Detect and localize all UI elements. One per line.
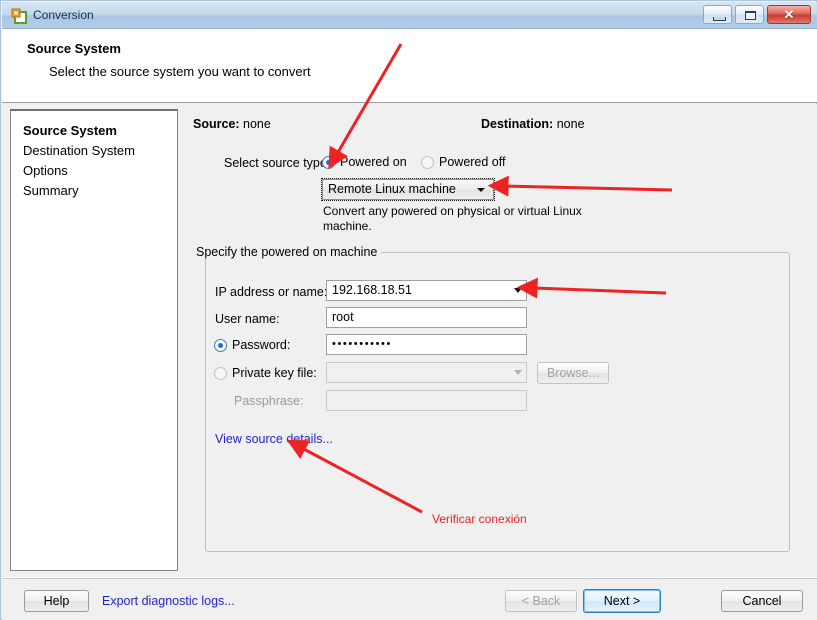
password-input[interactable]: •••••••••••: [326, 334, 527, 355]
sidebar-item-options[interactable]: Options: [23, 163, 68, 178]
chevron-down-icon: [477, 188, 485, 192]
radio-powered-off[interactable]: Powered off: [421, 155, 505, 169]
page-subtitle: Select the source system you want to con…: [49, 64, 311, 79]
maximize-button[interactable]: [735, 5, 764, 24]
wizard-header: Source System Select the source system y…: [2, 29, 817, 103]
back-button[interactable]: < Back: [505, 590, 577, 612]
sidebar-item-source-system[interactable]: Source System: [23, 123, 117, 138]
user-name-label: User name:: [215, 312, 280, 326]
private-key-file-input[interactable]: [326, 362, 527, 383]
radio-password-indicator: [214, 338, 227, 352]
close-button[interactable]: ✕: [767, 5, 811, 24]
select-source-type-label: Select source type:: [224, 156, 331, 170]
passphrase-input[interactable]: [326, 390, 527, 411]
destination-summary-label: Destination:: [481, 117, 554, 131]
radio-private-key-file[interactable]: Private key file:: [214, 366, 317, 380]
ip-address-value: 192.168.18.51: [332, 283, 412, 297]
source-summary-value: none: [243, 117, 271, 131]
source-summary: Source: none: [193, 117, 271, 131]
view-source-details-link[interactable]: View source details...: [215, 432, 333, 446]
radio-private-key-file-label: Private key file:: [232, 366, 317, 380]
passphrase-label: Passphrase:: [234, 394, 304, 408]
minimize-icon: [713, 17, 726, 21]
cancel-button[interactable]: Cancel: [721, 590, 803, 612]
export-diagnostic-logs-link[interactable]: Export diagnostic logs...: [102, 594, 235, 608]
minimize-button[interactable]: [703, 5, 732, 24]
sidebar-item-destination-system[interactable]: Destination System: [23, 143, 135, 158]
radio-powered-off-label: Powered off: [439, 155, 506, 169]
source-type-dropdown-value: Remote Linux machine: [328, 182, 456, 196]
annotation-note-verificar-conexion: Verificar conexión: [432, 512, 527, 526]
destination-summary: Destination: none: [481, 117, 585, 131]
ip-address-label: IP address or name:: [215, 285, 328, 299]
wizard-step-list: Source System Destination System Options…: [10, 109, 178, 571]
help-button[interactable]: Help: [24, 590, 89, 612]
sidebar-item-summary[interactable]: Summary: [23, 183, 79, 198]
maximize-icon: [745, 11, 756, 20]
radio-powered-on-indicator: [322, 155, 335, 169]
user-name-input[interactable]: root: [326, 307, 527, 328]
radio-private-key-file-indicator: [214, 366, 227, 380]
password-value: •••••••••••: [332, 338, 392, 350]
window-title: Conversion: [33, 8, 94, 22]
chevron-down-icon[interactable]: [514, 288, 522, 293]
browse-button[interactable]: Browse...: [537, 362, 609, 384]
page-title: Source System: [27, 41, 121, 56]
radio-password-label: Password:: [232, 338, 291, 352]
radio-powered-on[interactable]: Powered on: [322, 155, 407, 169]
wizard-body: Source System Destination System Options…: [2, 104, 817, 578]
converter-app-icon: [11, 8, 27, 24]
source-summary-label: Source:: [193, 117, 240, 131]
wizard-footer: Help Export diagnostic logs... < Back Ne…: [2, 577, 817, 620]
window-frame: Conversion ✕ Source System Select the so…: [0, 0, 817, 620]
close-icon: ✕: [783, 7, 795, 22]
user-name-value: root: [332, 310, 354, 324]
wizard-content: Source: none Destination: none Select so…: [182, 104, 817, 578]
chevron-down-icon[interactable]: [514, 370, 522, 375]
destination-summary-value: none: [556, 117, 585, 131]
window-controls: ✕: [703, 5, 811, 24]
next-button[interactable]: Next >: [583, 589, 661, 613]
conversion-wizard-window: Conversion ✕ Source System Select the so…: [0, 0, 817, 620]
radio-password[interactable]: Password:: [214, 338, 290, 352]
source-type-description: Convert any powered on physical or virtu…: [323, 204, 582, 233]
powered-on-machine-group-legend: Specify the powered on machine: [192, 245, 382, 259]
source-type-dropdown[interactable]: Remote Linux machine: [321, 178, 495, 201]
radio-powered-off-indicator: [421, 155, 434, 169]
radio-powered-on-label: Powered on: [340, 155, 407, 169]
title-bar: Conversion ✕: [2, 2, 817, 29]
ip-address-input[interactable]: 192.168.18.51: [326, 280, 527, 301]
